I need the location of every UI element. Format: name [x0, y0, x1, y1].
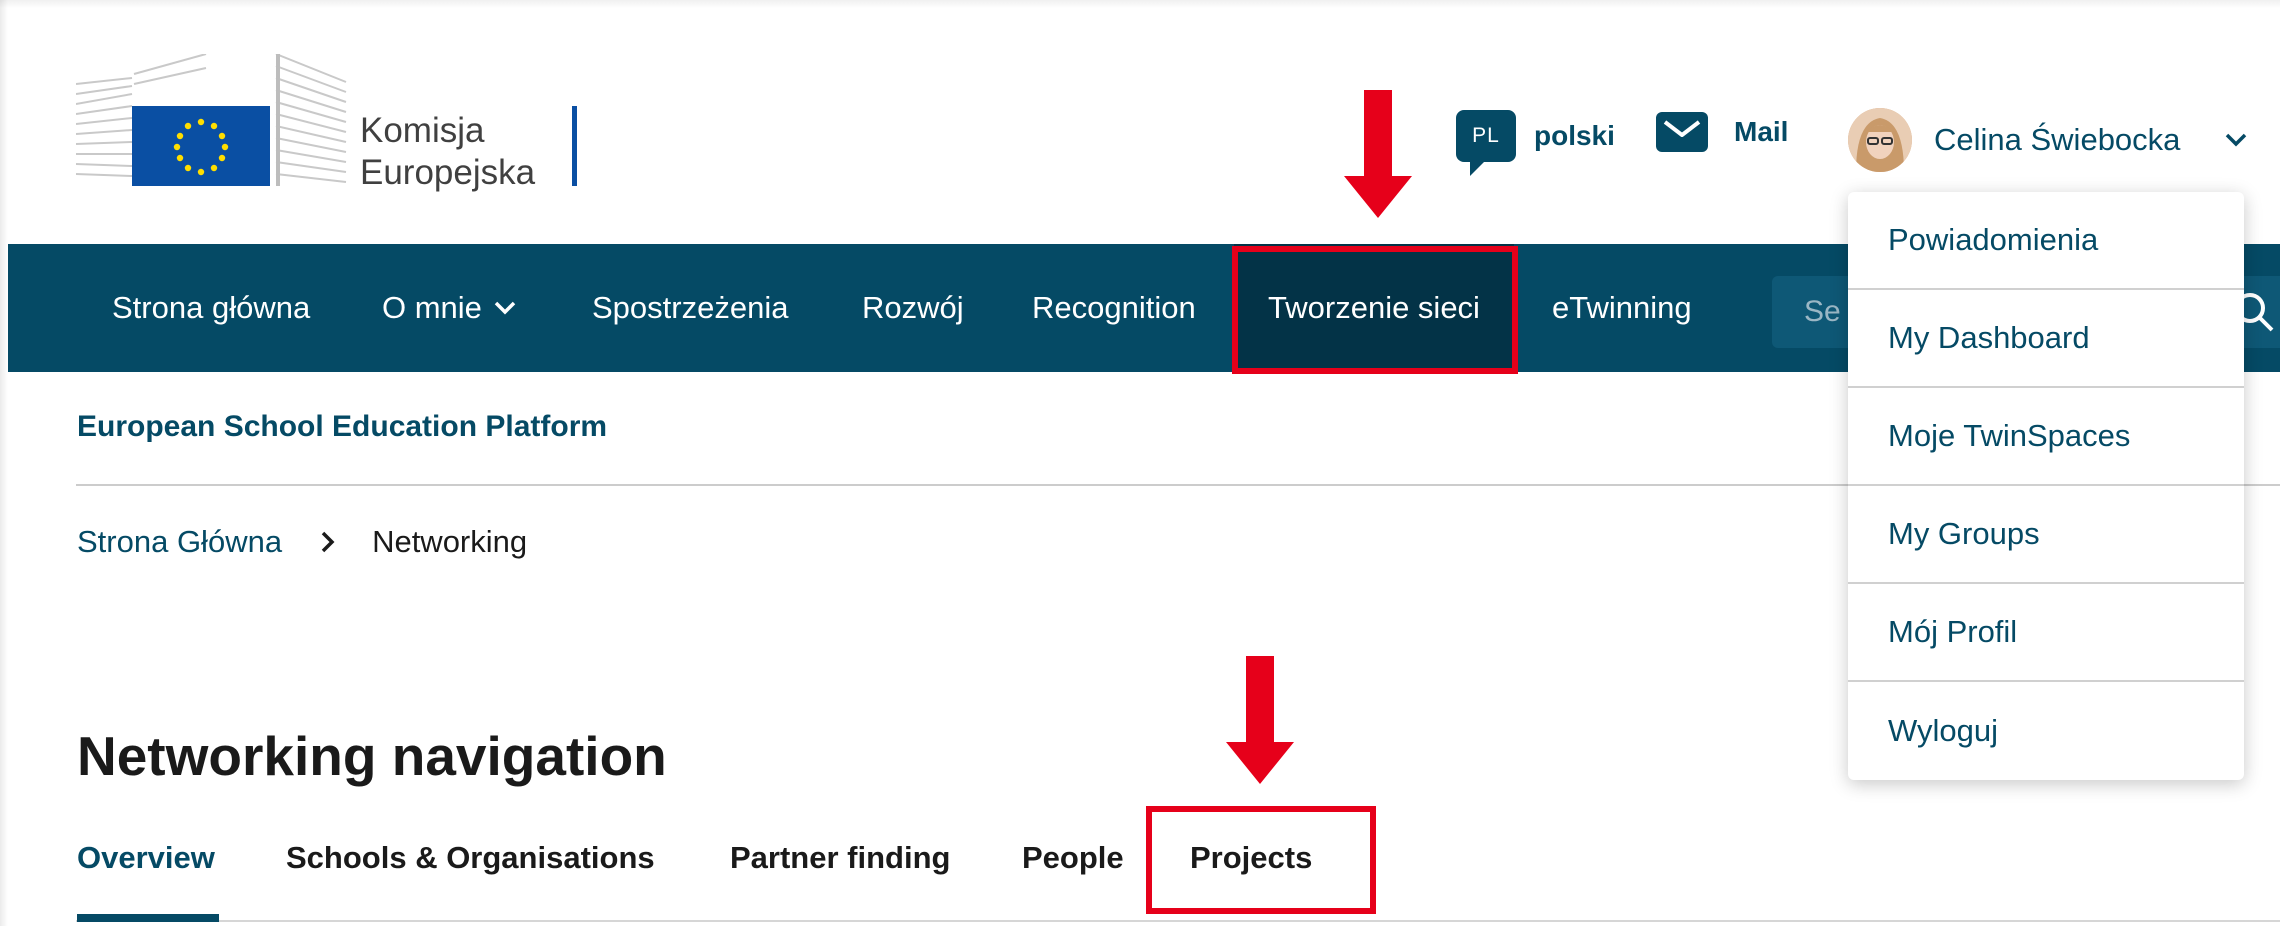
menu-item-label: My Groups [1888, 516, 2040, 551]
site-name: European School Education Platform [77, 410, 608, 443]
nav-item-recognition[interactable]: Recognition [1032, 244, 1196, 372]
tab-overview[interactable]: Overview [77, 840, 215, 876]
chevron-down-icon [494, 301, 516, 315]
nav-item-label: Strona główna [112, 290, 311, 325]
tab-label: Overview [77, 840, 215, 875]
edge-shadow [0, 0, 2280, 8]
user-name: Celina Świebocka [1934, 122, 2181, 157]
highlight-box [1146, 806, 1376, 914]
envelope-icon [1656, 112, 1708, 152]
tab-label: Schools & Organisations [286, 840, 655, 875]
breadcrumb: Strona Główna Networking [77, 524, 527, 560]
logo-divider [572, 106, 577, 186]
nav-item-label: eTwinning [1552, 290, 1692, 325]
page-title: Networking navigation [77, 725, 667, 787]
nav-item-development[interactable]: Rozwój [862, 244, 964, 372]
language-selector[interactable]: PL polski [1456, 110, 1615, 176]
menu-item-logout[interactable]: Wyloguj [1848, 682, 2244, 780]
language-code: PL [1472, 124, 1500, 147]
nav-item-about-me[interactable]: O mnie [382, 244, 516, 372]
logo-line2: Europejska [360, 153, 536, 192]
chevron-right-icon [316, 530, 340, 554]
tab-label: People [1022, 840, 1124, 875]
menu-item-profile[interactable]: Mój Profil [1848, 584, 2244, 682]
tab-people[interactable]: People [1022, 840, 1124, 876]
nav-item-label: O mnie [382, 290, 482, 325]
search-placeholder: Se [1804, 295, 1841, 328]
nav-item-etwinning[interactable]: eTwinning [1552, 244, 1692, 372]
menu-item-groups[interactable]: My Groups [1848, 486, 2244, 584]
menu-item-label: Wyloguj [1888, 713, 1998, 748]
chevron-down-icon [2220, 124, 2252, 156]
nav-item-label: Spostrzeżenia [592, 290, 789, 325]
menu-item-dashboard[interactable]: My Dashboard [1848, 290, 2244, 388]
mail-label: Mail [1734, 116, 1789, 147]
red-arrow-icon [1218, 652, 1302, 790]
menu-item-label: Moje TwinSpaces [1888, 418, 2131, 453]
avatar [1848, 108, 1912, 172]
highlight-box [1232, 246, 1518, 374]
active-tab-indicator [77, 914, 219, 922]
nav-item-label: Recognition [1032, 290, 1196, 325]
tab-schools-organisations[interactable]: Schools & Organisations [286, 840, 655, 876]
nav-item-home[interactable]: Strona główna [112, 244, 310, 372]
user-dropdown-menu: Powiadomienia My Dashboard Moje TwinSpac… [1848, 192, 2244, 780]
tabs-divider [76, 920, 2280, 922]
mail-link[interactable]: Mail [1656, 112, 1788, 152]
nav-item-label: Rozwój [862, 290, 964, 325]
menu-item-label: My Dashboard [1888, 320, 2090, 355]
nav-item-insights[interactable]: Spostrzeżenia [592, 244, 788, 372]
logo-text: Komisja Europejska [360, 110, 535, 194]
commission-building-icon [75, 53, 347, 186]
european-commission-logo[interactable]: Komisja Europejska [75, 53, 586, 192]
breadcrumb-current: Networking [372, 524, 528, 559]
tab-partner-finding[interactable]: Partner finding [730, 840, 950, 876]
user-menu-toggle[interactable]: Celina Świebocka [1848, 108, 2252, 172]
language-icon: PL [1456, 110, 1516, 176]
red-arrow-icon [1336, 86, 1420, 224]
menu-item-label: Mój Profil [1888, 614, 2018, 649]
breadcrumb-home-link[interactable]: Strona Główna [77, 524, 282, 560]
menu-item-notifications[interactable]: Powiadomienia [1848, 192, 2244, 290]
menu-item-twinspaces[interactable]: Moje TwinSpaces [1848, 388, 2244, 486]
edge-shadow [0, 0, 8, 926]
menu-item-label: Powiadomienia [1888, 222, 2099, 257]
logo-line1: Komisja [360, 111, 485, 150]
tab-label: Partner finding [730, 840, 951, 875]
language-label: polski [1534, 120, 1615, 151]
page: Komisja Europejska PL polski Mail Celina… [0, 0, 2280, 926]
